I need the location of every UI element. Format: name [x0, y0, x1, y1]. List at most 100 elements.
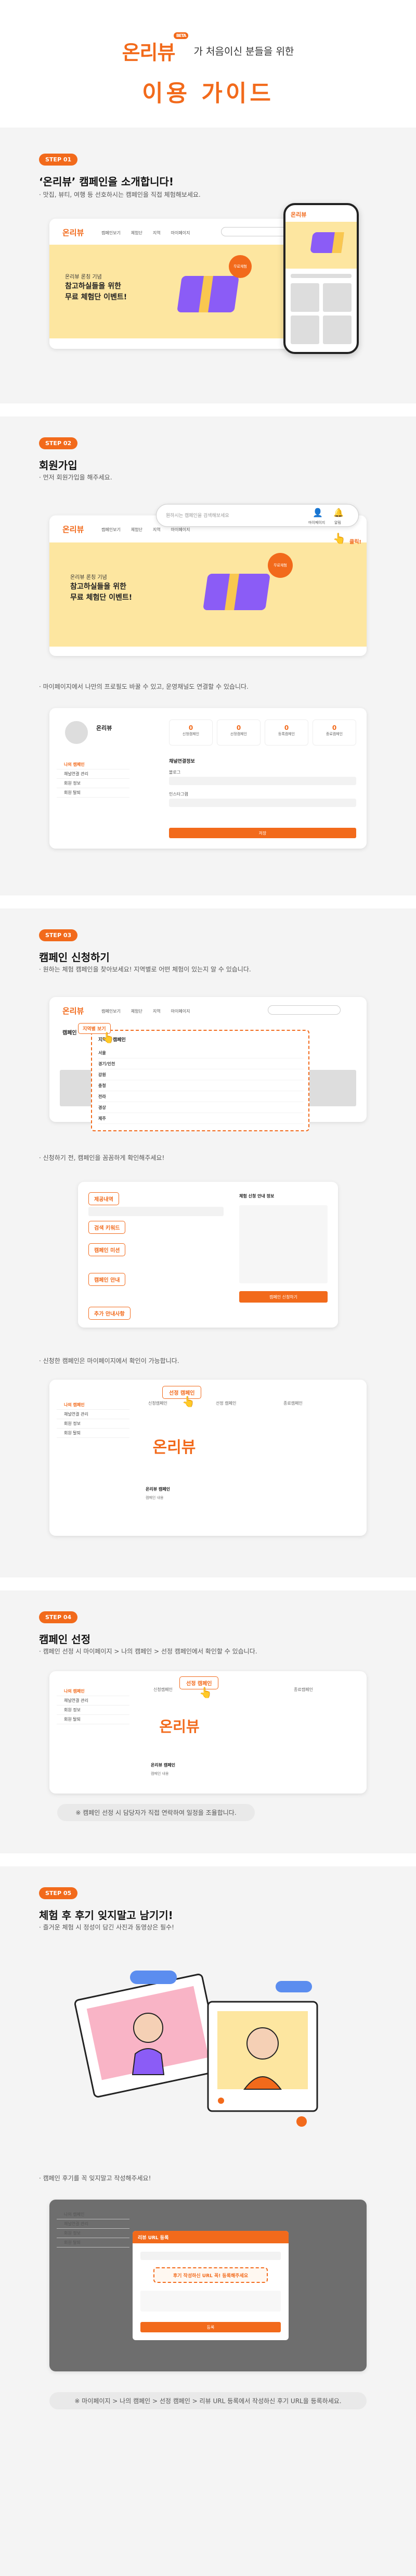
- menu-item[interactable]: 회원 정보: [57, 1419, 129, 1429]
- stat-label: 등록캠페인: [278, 732, 295, 736]
- nav-item[interactable]: 체험단: [131, 527, 142, 533]
- region-item[interactable]: 강원: [98, 1069, 304, 1080]
- detail-tag: 캠페인 미션: [88, 1243, 126, 1256]
- bell-icon[interactable]: 🔔: [333, 508, 344, 517]
- menu-item[interactable]: 회원 탈퇴: [57, 1715, 129, 1724]
- menu-item[interactable]: 회원 정보: [57, 2229, 129, 2238]
- field-label: 인스타그램: [169, 792, 188, 797]
- url-input[interactable]: [140, 2252, 281, 2260]
- step-title: 캠페인 선정: [39, 1633, 90, 1646]
- menu-item[interactable]: 나의 캠페인: [57, 2210, 129, 2219]
- step-note: ※ 마이페이지 > 나의 캠페인 > 선정 캠페인 > 리뷰 URL 등록에서 …: [49, 2392, 367, 2409]
- campaign-card-image[interactable]: 온리뷰: [148, 1702, 211, 1749]
- nav-item[interactable]: 캠페인보기: [101, 230, 121, 236]
- mock-nav: 캠페인보기 체험단 지역 마이페이지: [101, 1008, 190, 1014]
- stat-label: 선정캠페인: [230, 732, 248, 736]
- user-icon[interactable]: 👤: [313, 508, 323, 517]
- menu-item[interactable]: 채널연결 관리: [57, 1696, 129, 1706]
- campaign-card-image[interactable]: 온리뷰: [143, 1421, 205, 1473]
- menu-item[interactable]: 나의 캠페인: [57, 1400, 129, 1410]
- tab-applied[interactable]: 신청캠페인: [148, 1400, 167, 1406]
- nav-item[interactable]: 캠페인보기: [101, 527, 121, 533]
- nav-item[interactable]: 마이페이지: [171, 230, 190, 236]
- step-03-section: STEP 03 캠페인 신청하기 · 원하는 체험 캠페인을 찾아보세요! 지역…: [0, 908, 416, 1577]
- step-title: 체험 후 후기 잊지말고 남기기!: [39, 1909, 173, 1922]
- mypage-menu: 나의 캠페인 채널연결 관리 회원 정보 회원 탈퇴: [57, 760, 129, 798]
- instagram-field[interactable]: [169, 799, 356, 807]
- modal-title: 리뷰 URL 등록: [133, 2231, 289, 2243]
- campaign-name: 온리뷰 캠페인: [151, 1763, 175, 1767]
- nav-item[interactable]: 캠페인보기: [101, 1008, 121, 1014]
- mypage-label: 마이페이지: [308, 521, 326, 525]
- stat-card: 0 등록캠페인: [265, 719, 308, 746]
- avatar[interactable]: [65, 721, 88, 744]
- step-badge: STEP 02: [39, 437, 78, 449]
- step-05-section: STEP 05 체험 후 후기 잊지말고 남기기! · 즐거운 체험 시 정성이…: [0, 1866, 416, 2576]
- step-desc: · 즐거운 체험 시 정성이 담긴 사진과 동영상은 필수!: [39, 1924, 174, 1931]
- detail-tag: 제공내역: [88, 1192, 119, 1205]
- tab-campaign[interactable]: 캠페인: [62, 1028, 77, 1036]
- tab-ended[interactable]: 종료캠페인: [294, 1687, 313, 1693]
- region-item[interactable]: 전라: [98, 1091, 304, 1102]
- thumb: [291, 315, 319, 344]
- review-url-mockup: 나의 캠페인 채널연결 관리 회원 정보 회원 탈퇴 리뷰 URL 등록 후기 …: [49, 2200, 367, 2371]
- region-list: 서울 경기/인천 강원 충청 전라 경상 제주: [98, 1047, 304, 1124]
- stat-value: 0: [236, 724, 241, 731]
- step-desc: · 캠페인 선정 시 마이페이지 > 나의 캠페인 > 선정 캠페인에서 확인할…: [39, 1648, 257, 1655]
- tab-ended[interactable]: 종료캠페인: [283, 1400, 303, 1406]
- event-bubble: 무료체험: [229, 255, 252, 278]
- hero-title: 이용 가이드: [142, 80, 274, 107]
- nav-item[interactable]: 지역: [153, 230, 161, 236]
- banner-text: 온리뷰 론칭 기념 참고하실들을 위한 무료 체험단 이벤트!: [65, 273, 127, 303]
- region-dropdown: 지역별 캠페인 서울 경기/인천 강원 충청 전라 경상 제주: [91, 1030, 309, 1131]
- tab-applied[interactable]: 신청캠페인: [153, 1687, 173, 1693]
- menu-item[interactable]: 회원 정보: [57, 779, 129, 788]
- menu-item[interactable]: 회원 탈퇴: [57, 2238, 129, 2247]
- hero-logo: 온리뷰 BETA: [122, 32, 189, 65]
- hero-subtitle: 가 처음이신 분들을 위한: [193, 46, 294, 57]
- menu-item[interactable]: 채널연결 관리: [57, 1410, 129, 1419]
- banner-small: 온리뷰 론칭 기념: [70, 575, 107, 580]
- stat-label: 신청캠페인: [182, 732, 200, 736]
- gift-box-icon: [310, 232, 344, 253]
- apply-button[interactable]: 캠페인 신청하기: [239, 1291, 328, 1303]
- menu-item[interactable]: 채널연결 관리: [57, 769, 129, 779]
- register-button[interactable]: 등록: [140, 2322, 281, 2332]
- stat-value: 0: [284, 724, 289, 731]
- nav-item[interactable]: 지역: [153, 527, 161, 533]
- menu-item[interactable]: 회원 정보: [57, 1706, 129, 1715]
- menu-item[interactable]: 회원 탈퇴: [57, 788, 129, 798]
- hero-logo-text: 온리뷰: [122, 41, 176, 64]
- step-title: 캠페인 신청하기: [39, 951, 110, 964]
- nav-item[interactable]: 체험단: [131, 1008, 142, 1014]
- save-button[interactable]: 저장: [169, 828, 356, 838]
- menu-item[interactable]: 채널연결 관리: [57, 2219, 129, 2229]
- step-desc: · 캠페인 후기를 꼭 잊지말고 작성해주세요!: [39, 2175, 151, 2182]
- tab-selected[interactable]: 선정 캠페인: [216, 1400, 236, 1406]
- region-item[interactable]: 서울: [98, 1047, 304, 1058]
- banner-line1: 참고하실들을 위한: [70, 583, 126, 591]
- search-input[interactable]: [268, 1005, 341, 1015]
- step-desc: · 맛집, 뷰티, 여행 등 선호하시는 캠페인을 직접 체험해보세요.: [39, 191, 201, 198]
- region-item[interactable]: 제주: [98, 1113, 304, 1124]
- search-input[interactable]: 원하시는 캠페인을 검색해보세요: [166, 512, 229, 519]
- nav-item[interactable]: 지역: [153, 1008, 161, 1014]
- blog-field[interactable]: [169, 777, 356, 785]
- thumb: [323, 283, 352, 312]
- mypage-menu: 나의 캠페인 채널연결 관리 회원 정보 회원 탈퇴: [57, 1400, 129, 1438]
- menu-item[interactable]: 나의 캠페인: [57, 1687, 129, 1696]
- menu-item[interactable]: 나의 캠페인: [57, 760, 129, 769]
- region-item[interactable]: 경기/인천: [98, 1058, 304, 1069]
- campaign-name: 온리뷰 캠페인: [146, 1487, 170, 1492]
- nav-item[interactable]: 체험단: [131, 230, 142, 236]
- mock-logo: 온리뷰: [62, 525, 84, 534]
- pointer-hand-icon: 👆: [101, 1031, 114, 1044]
- search-input[interactable]: [221, 227, 289, 236]
- menu-item[interactable]: 회원 탈퇴: [57, 1429, 129, 1438]
- banner-text: 온리뷰 론칭 기념 참고하실들을 위한 무료 체험단 이벤트!: [70, 574, 132, 603]
- nav-item[interactable]: 마이페이지: [171, 527, 190, 533]
- region-item[interactable]: 경상: [98, 1102, 304, 1113]
- stat-card: 0 신청캠페인: [169, 719, 213, 746]
- region-item[interactable]: 충청: [98, 1080, 304, 1091]
- nav-item[interactable]: 마이페이지: [171, 1008, 190, 1014]
